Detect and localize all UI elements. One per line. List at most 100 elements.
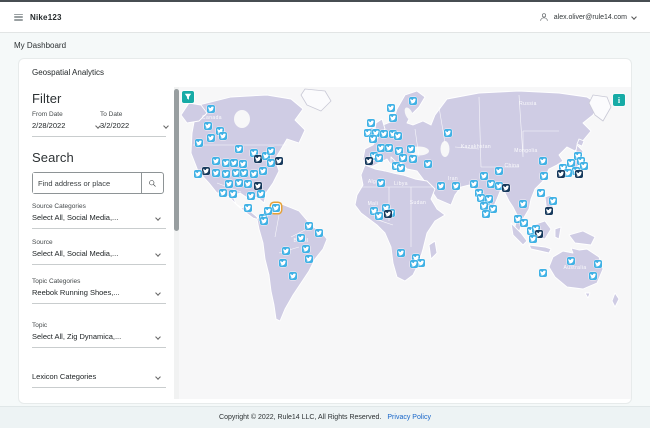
tweet-marker[interactable]: [222, 170, 230, 178]
tweet-marker[interactable]: [545, 207, 553, 215]
tweet-marker[interactable]: [235, 179, 243, 187]
tweet-marker[interactable]: [487, 180, 495, 188]
tweet-marker[interactable]: [537, 189, 545, 197]
user-menu[interactable]: alex.oliver@rule14.com: [539, 12, 637, 22]
tweet-marker[interactable]: [250, 170, 258, 178]
tweet-marker[interactable]: [305, 255, 313, 263]
tweet-marker[interactable]: [275, 157, 283, 165]
tweet-marker[interactable]: [417, 259, 425, 267]
tweet-marker[interactable]: [207, 105, 215, 113]
tweet-marker[interactable]: [397, 249, 405, 257]
tweet-marker[interactable]: [452, 182, 460, 190]
tweet-marker[interactable]: [289, 272, 297, 280]
tweet-marker[interactable]: [204, 122, 212, 130]
tweet-marker[interactable]: [377, 179, 385, 187]
tweet-marker[interactable]: [279, 259, 287, 267]
tweet-marker[interactable]: [239, 160, 247, 168]
field-select[interactable]: Lexicon Categories: [32, 372, 161, 381]
tweet-marker[interactable]: [564, 169, 572, 177]
tweet-marker[interactable]: [212, 157, 220, 165]
tweet-marker[interactable]: [232, 169, 240, 177]
tweet-marker[interactable]: [257, 190, 265, 198]
tweet-marker[interactable]: [424, 160, 432, 168]
tweet-marker[interactable]: [502, 184, 510, 192]
tweet-marker[interactable]: [409, 155, 417, 163]
tweet-marker[interactable]: [575, 170, 583, 178]
map-info-button[interactable]: i: [613, 94, 625, 106]
tweet-marker[interactable]: [244, 180, 252, 188]
tweet-marker[interactable]: [375, 212, 383, 220]
tweet-marker[interactable]: [235, 145, 243, 153]
tweet-marker[interactable]: [394, 132, 402, 140]
tweet-marker[interactable]: [219, 189, 227, 197]
tweet-marker[interactable]: [302, 245, 310, 253]
tweet-marker[interactable]: [567, 159, 575, 167]
field-select[interactable]: Reebok Running Shoes,...: [32, 288, 161, 297]
tweet-marker[interactable]: [225, 180, 233, 188]
privacy-policy-link[interactable]: Privacy Policy: [387, 414, 431, 421]
tweet-marker[interactable]: [480, 202, 488, 210]
tweet-marker[interactable]: [567, 257, 575, 265]
tweet-marker[interactable]: [580, 162, 588, 170]
tweet-marker[interactable]: [282, 247, 290, 255]
search-input[interactable]: [33, 173, 141, 193]
tweet-marker[interactable]: [384, 210, 392, 218]
tweet-marker[interactable]: [389, 114, 397, 122]
tweet-marker[interactable]: [305, 222, 313, 230]
tweet-marker[interactable]: [477, 194, 485, 202]
tweet-marker[interactable]: [230, 159, 238, 167]
tweet-marker[interactable]: [594, 260, 602, 268]
search-button[interactable]: [141, 173, 163, 193]
field-select[interactable]: Select All, Social Media,...: [32, 213, 161, 222]
tweet-marker[interactable]: [470, 180, 478, 188]
tweet-marker[interactable]: [489, 205, 497, 213]
hamburger-menu-icon[interactable]: [14, 13, 23, 21]
from-date-select[interactable]: 2/28/2022: [32, 121, 101, 130]
tweet-marker[interactable]: [367, 119, 375, 127]
tweet-marker[interactable]: [259, 167, 267, 175]
tweet-marker[interactable]: [495, 167, 503, 175]
field-select[interactable]: Select All, Zig Dynamica,...: [32, 332, 161, 341]
tweet-marker[interactable]: [397, 164, 405, 172]
tweet-marker[interactable]: [385, 144, 393, 152]
tweet-marker[interactable]: [529, 235, 537, 243]
tweet-marker[interactable]: [272, 204, 280, 212]
tweet-marker[interactable]: [589, 272, 597, 280]
tweet-marker[interactable]: [247, 192, 255, 200]
tweet-marker[interactable]: [369, 135, 377, 143]
tweet-marker[interactable]: [194, 170, 202, 178]
tweet-marker[interactable]: [212, 169, 220, 177]
tweet-marker[interactable]: [387, 104, 395, 112]
tweet-marker[interactable]: [407, 145, 415, 153]
tweet-marker[interactable]: [240, 169, 248, 177]
tweet-marker[interactable]: [219, 132, 227, 140]
to-date-select[interactable]: 3/2/2022: [100, 121, 169, 130]
tweet-marker[interactable]: [409, 97, 417, 105]
tweet-marker[interactable]: [222, 159, 230, 167]
tweet-marker[interactable]: [207, 134, 215, 142]
tweet-marker[interactable]: [264, 207, 272, 215]
tweet-marker[interactable]: [380, 130, 388, 138]
tweet-marker[interactable]: [519, 200, 527, 208]
tweet-marker[interactable]: [539, 269, 547, 277]
tweet-marker[interactable]: [539, 157, 547, 165]
tweet-marker[interactable]: [260, 217, 268, 225]
field-select[interactable]: Select All, Social Media,...: [32, 249, 161, 258]
tweet-marker[interactable]: [520, 219, 528, 227]
tweet-marker[interactable]: [254, 182, 262, 190]
tweet-marker[interactable]: [540, 172, 548, 180]
tweet-marker[interactable]: [315, 229, 323, 237]
tweet-marker[interactable]: [267, 159, 275, 167]
tweet-marker[interactable]: [410, 260, 418, 268]
tweet-marker[interactable]: [202, 167, 210, 175]
tweet-marker[interactable]: [482, 210, 490, 218]
tweet-marker[interactable]: [444, 129, 452, 137]
tweet-marker[interactable]: [549, 197, 557, 205]
map-filter-button[interactable]: [182, 91, 194, 103]
tweet-marker[interactable]: [557, 170, 565, 178]
tweet-marker[interactable]: [244, 204, 252, 212]
map-canvas[interactable]: Canada Russia Kazakhstan Mongolia China Iran L…: [179, 87, 631, 399]
tweet-marker[interactable]: [375, 154, 383, 162]
tweet-marker[interactable]: [267, 147, 275, 155]
tweet-marker[interactable]: [437, 182, 445, 190]
